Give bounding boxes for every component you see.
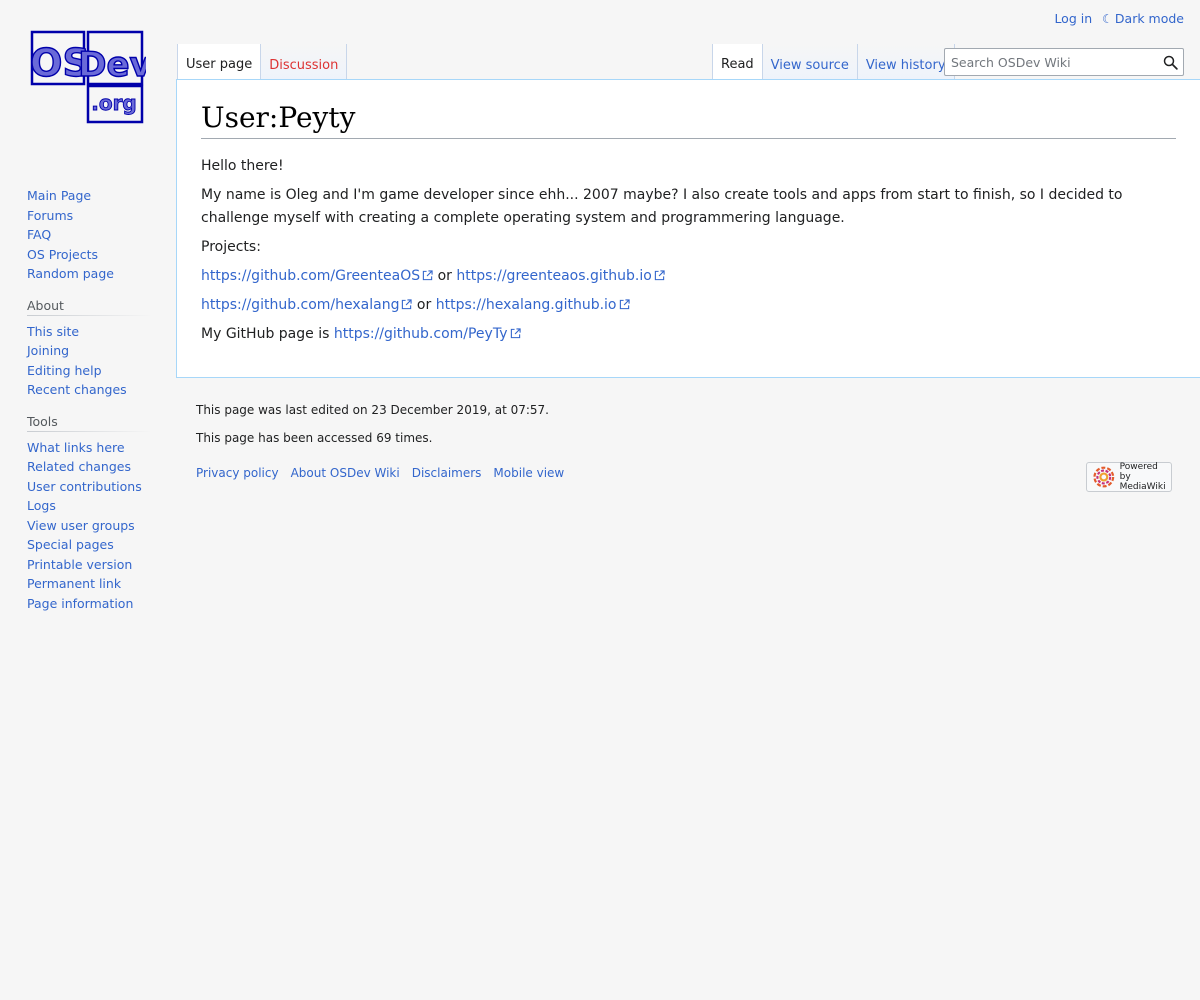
search-input[interactable] bbox=[945, 53, 1157, 71]
or-text: or bbox=[433, 268, 457, 285]
external-link-icon bbox=[619, 299, 630, 310]
logo-text-dev: Dev bbox=[78, 45, 146, 85]
footer: This page was last edited on 23 December… bbox=[196, 403, 1186, 492]
hexalang-site-link-text: https://hexalang.github.io bbox=[435, 297, 617, 314]
powered-by-line1: Powered by bbox=[1119, 462, 1158, 482]
dark-mode-toggle[interactable]: ☾ Dark mode bbox=[1102, 11, 1184, 26]
page: Log in ☾ Dark mode OS Dev .org User page … bbox=[0, 0, 1200, 1000]
sidebar-item-user-contributions[interactable]: User contributions bbox=[27, 479, 142, 494]
hexalang-github-link[interactable]: https://github.com/hexalang bbox=[201, 297, 413, 314]
main-content: User:Peyty Hello there! My name is Oleg … bbox=[176, 79, 1200, 378]
moon-icon: ☾ bbox=[1102, 12, 1113, 26]
sidebar-item-editing-help[interactable]: Editing help bbox=[27, 363, 102, 378]
search-icon bbox=[1163, 55, 1178, 70]
sidebar-item-permanent-link[interactable]: Permanent link bbox=[27, 576, 121, 591]
or-text: or bbox=[412, 297, 436, 314]
external-link-icon bbox=[422, 270, 433, 281]
footer-link-privacy[interactable]: Privacy policy bbox=[196, 466, 279, 480]
page-title: User:Peyty bbox=[201, 100, 1176, 140]
sidebar-item-special-pages[interactable]: Special pages bbox=[27, 537, 114, 552]
sidebar-item-faq[interactable]: FAQ bbox=[27, 227, 51, 242]
sidebar: Main Page Forums FAQ OS Projects Random … bbox=[27, 186, 151, 613]
sidebar-item-page-information[interactable]: Page information bbox=[27, 596, 133, 611]
greeting-paragraph: Hello there! bbox=[201, 158, 284, 175]
powered-by-line2: MediaWiki bbox=[1119, 482, 1166, 492]
access-count-text: This page has been accessed 69 times. bbox=[196, 431, 433, 445]
page-body: Hello there! My name is Oleg and I'm gam… bbox=[201, 155, 1176, 346]
sidebar-item-related-changes[interactable]: Related changes bbox=[27, 459, 131, 474]
greentea-site-link[interactable]: https://greenteaos.github.io bbox=[456, 268, 665, 285]
view-tabs: Read View source View history bbox=[712, 44, 955, 80]
sidebar-item-this-site[interactable]: This site bbox=[27, 324, 79, 339]
osdev-logo-icon: OS Dev .org bbox=[29, 30, 152, 124]
tools-portal: Tools What links here Related changes Us… bbox=[27, 413, 151, 614]
personal-tools: Log in ☾ Dark mode bbox=[1054, 11, 1184, 26]
github-profile-link-text: https://github.com/PeyTy bbox=[333, 326, 508, 343]
greentea-site-link-text: https://greenteaos.github.io bbox=[456, 268, 652, 285]
github-paragraph: My GitHub page is https://github.com/Pey… bbox=[201, 323, 1176, 346]
external-link-icon bbox=[402, 299, 413, 310]
footer-info: This page was last edited on 23 December… bbox=[196, 403, 1186, 446]
last-edited-text: This page was last edited on 23 December… bbox=[196, 403, 549, 417]
greentea-links: https://github.com/GreenteaOS or https:/… bbox=[201, 265, 1176, 288]
logo-text-org: .org bbox=[91, 91, 137, 115]
footer-link-about[interactable]: About OSDev Wiki bbox=[291, 466, 400, 480]
sidebar-item-logs[interactable]: Logs bbox=[27, 498, 56, 513]
footer-link-disclaimers[interactable]: Disclaimers bbox=[412, 466, 482, 480]
hexalang-github-link-text: https://github.com/hexalang bbox=[201, 297, 400, 314]
tab-view-history[interactable]: View history bbox=[857, 44, 955, 80]
search-button[interactable] bbox=[1157, 49, 1183, 75]
powered-by-mediawiki-badge[interactable]: Powered by MediaWiki bbox=[1086, 462, 1172, 492]
footer-link-mobile-view[interactable]: Mobile view bbox=[493, 466, 564, 480]
sidebar-item-recent-changes[interactable]: Recent changes bbox=[27, 382, 127, 397]
greentea-github-link[interactable]: https://github.com/GreenteaOS bbox=[201, 268, 433, 284]
hexalang-links: https://github.com/hexalang or https://h… bbox=[201, 294, 1176, 317]
tab-view-source[interactable]: View source bbox=[762, 44, 858, 80]
tab-discussion[interactable]: Discussion bbox=[261, 44, 348, 80]
external-link-icon bbox=[654, 270, 665, 281]
tab-user-page[interactable]: User page bbox=[177, 44, 262, 80]
sidebar-item-what-links-here[interactable]: What links here bbox=[27, 440, 125, 455]
sidebar-item-forums[interactable]: Forums bbox=[27, 208, 73, 223]
tools-heading: Tools bbox=[27, 413, 151, 432]
sidebar-item-os-projects[interactable]: OS Projects bbox=[27, 247, 98, 262]
sidebar-item-random-page[interactable]: Random page bbox=[27, 266, 114, 281]
external-link-icon bbox=[510, 328, 521, 339]
github-prefix: My GitHub page is bbox=[201, 326, 334, 343]
login-link[interactable]: Log in bbox=[1054, 11, 1092, 26]
sidebar-item-printable-version[interactable]: Printable version bbox=[27, 557, 132, 572]
greentea-github-link-text: https://github.com/GreenteaOS bbox=[201, 268, 421, 285]
projects-label: Projects: bbox=[201, 239, 261, 256]
sidebar-item-main-page[interactable]: Main Page bbox=[27, 188, 91, 203]
dark-mode-label: Dark mode bbox=[1114, 11, 1184, 26]
hexalang-site-link[interactable]: https://hexalang.github.io bbox=[436, 297, 630, 313]
footer-links: Privacy policy About OSDev Wiki Disclaim… bbox=[196, 466, 1186, 480]
github-profile-link[interactable]: https://github.com/PeyTy bbox=[334, 326, 521, 342]
intro-paragraph: My name is Oleg and I'm game developer s… bbox=[201, 187, 1123, 227]
sidebar-item-joining[interactable]: Joining bbox=[27, 343, 69, 358]
navigation-list: Main Page Forums FAQ OS Projects Random … bbox=[27, 186, 151, 284]
powered-by-text: Powered by MediaWiki bbox=[1120, 462, 1171, 492]
sidebar-item-view-user-groups[interactable]: View user groups bbox=[27, 518, 135, 533]
mediawiki-flower-icon bbox=[1093, 466, 1115, 488]
about-portal: About This site Joining Editing help Rec… bbox=[27, 297, 151, 400]
tab-read[interactable]: Read bbox=[712, 44, 763, 80]
search-box bbox=[944, 48, 1184, 76]
about-heading: About bbox=[27, 297, 151, 316]
site-logo[interactable]: OS Dev .org bbox=[29, 30, 152, 126]
namespace-tabs: User page Discussion bbox=[177, 44, 348, 80]
